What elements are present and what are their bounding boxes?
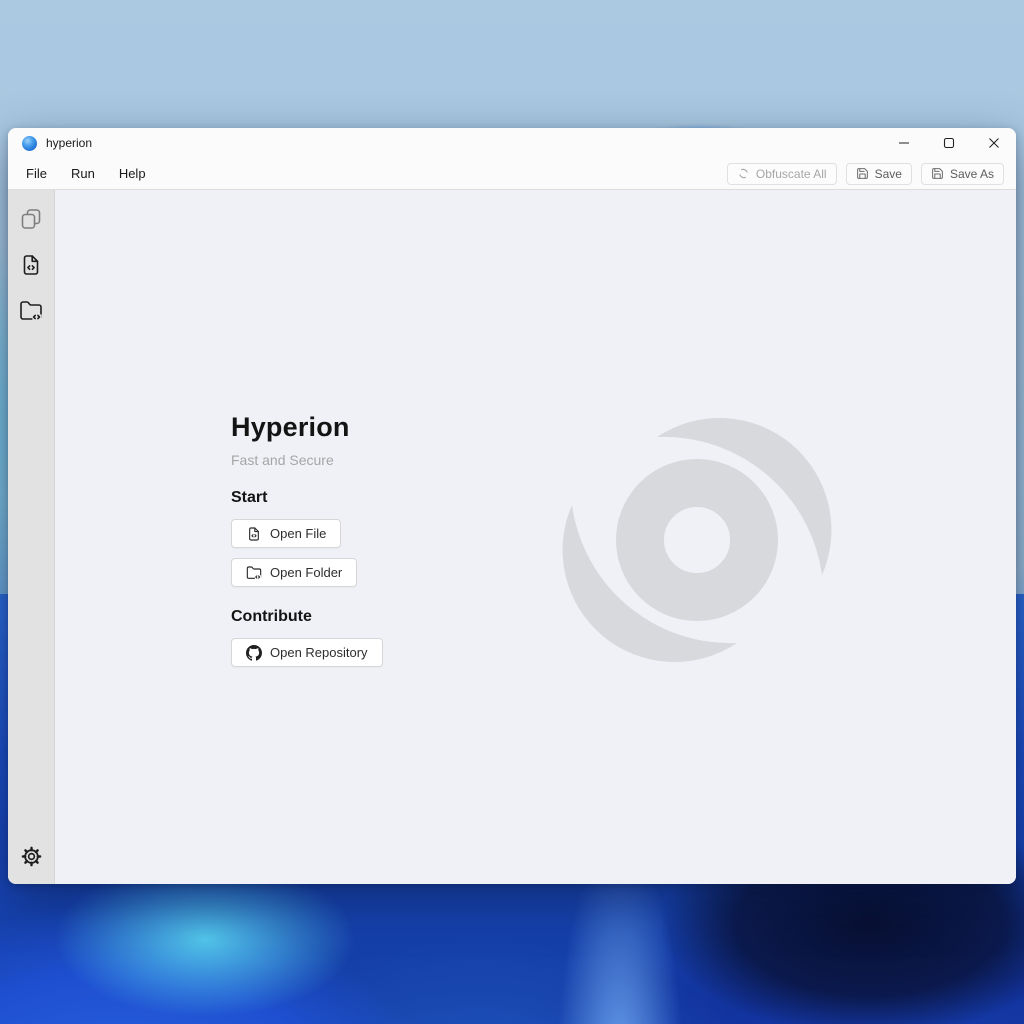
save-as-button[interactable]: Save As (921, 163, 1004, 185)
close-button[interactable] (971, 128, 1016, 158)
file-code-icon (19, 253, 43, 277)
close-icon (988, 137, 1000, 149)
sidebar-item-copy[interactable] (15, 203, 47, 235)
sidebar-item-file-code[interactable] (15, 249, 47, 281)
open-folder-label: Open Folder (270, 565, 342, 580)
github-icon (246, 645, 262, 661)
copy-icon (19, 207, 43, 231)
sidebar (8, 190, 55, 884)
save-as-label: Save As (950, 167, 994, 181)
open-file-label: Open File (270, 526, 326, 541)
titlebar: hyperion (8, 128, 1016, 158)
contribute-heading: Contribute (231, 608, 383, 626)
obfuscate-all-button[interactable]: Obfuscate All (727, 163, 837, 185)
save-floppy-icon (856, 167, 869, 180)
open-repository-button[interactable]: Open Repository (231, 638, 383, 667)
gear-icon (20, 845, 43, 868)
welcome-pane: Hyperion Fast and Secure Start Open File (231, 412, 383, 667)
menu-help[interactable]: Help (117, 164, 148, 183)
page-subtitle: Fast and Secure (231, 452, 383, 468)
sidebar-item-settings[interactable] (15, 840, 47, 872)
window-controls (881, 128, 1016, 158)
toolbar: Obfuscate All Save Save As (727, 163, 1004, 185)
obfuscate-all-label: Obfuscate All (756, 167, 827, 181)
menu-file[interactable]: File (24, 164, 49, 183)
hyperion-logo-watermark (527, 370, 867, 710)
start-heading: Start (231, 489, 383, 507)
menubar: File Run Help Obfuscate All Save (8, 158, 1016, 190)
app-logo-icon (22, 136, 37, 151)
minimize-icon (898, 137, 910, 149)
sidebar-item-folder-code[interactable] (15, 295, 47, 327)
folder-code-icon (19, 299, 43, 323)
open-file-button[interactable]: Open File (231, 519, 341, 548)
folder-code-icon (246, 565, 262, 581)
save-label: Save (875, 167, 902, 181)
contribute-buttons: Open Repository (231, 638, 383, 667)
desktop: hyperion File Run Help (0, 0, 1024, 1024)
open-repository-label: Open Repository (270, 645, 368, 660)
obfuscate-swirl-icon (737, 167, 750, 180)
save-button[interactable]: Save (846, 163, 912, 185)
menu-run[interactable]: Run (69, 164, 97, 183)
maximize-button[interactable] (926, 128, 971, 158)
save-as-floppy-icon (931, 167, 944, 180)
start-buttons: Open File Open Folder (231, 519, 383, 587)
app-window: hyperion File Run Help (8, 128, 1016, 884)
main-content: Hyperion Fast and Secure Start Open File (55, 190, 1016, 884)
window-title: hyperion (46, 136, 92, 150)
file-code-icon (246, 526, 262, 542)
maximize-icon (943, 137, 955, 149)
minimize-button[interactable] (881, 128, 926, 158)
open-folder-button[interactable]: Open Folder (231, 558, 357, 587)
window-body: Hyperion Fast and Secure Start Open File (8, 190, 1016, 884)
page-title: Hyperion (231, 412, 383, 443)
